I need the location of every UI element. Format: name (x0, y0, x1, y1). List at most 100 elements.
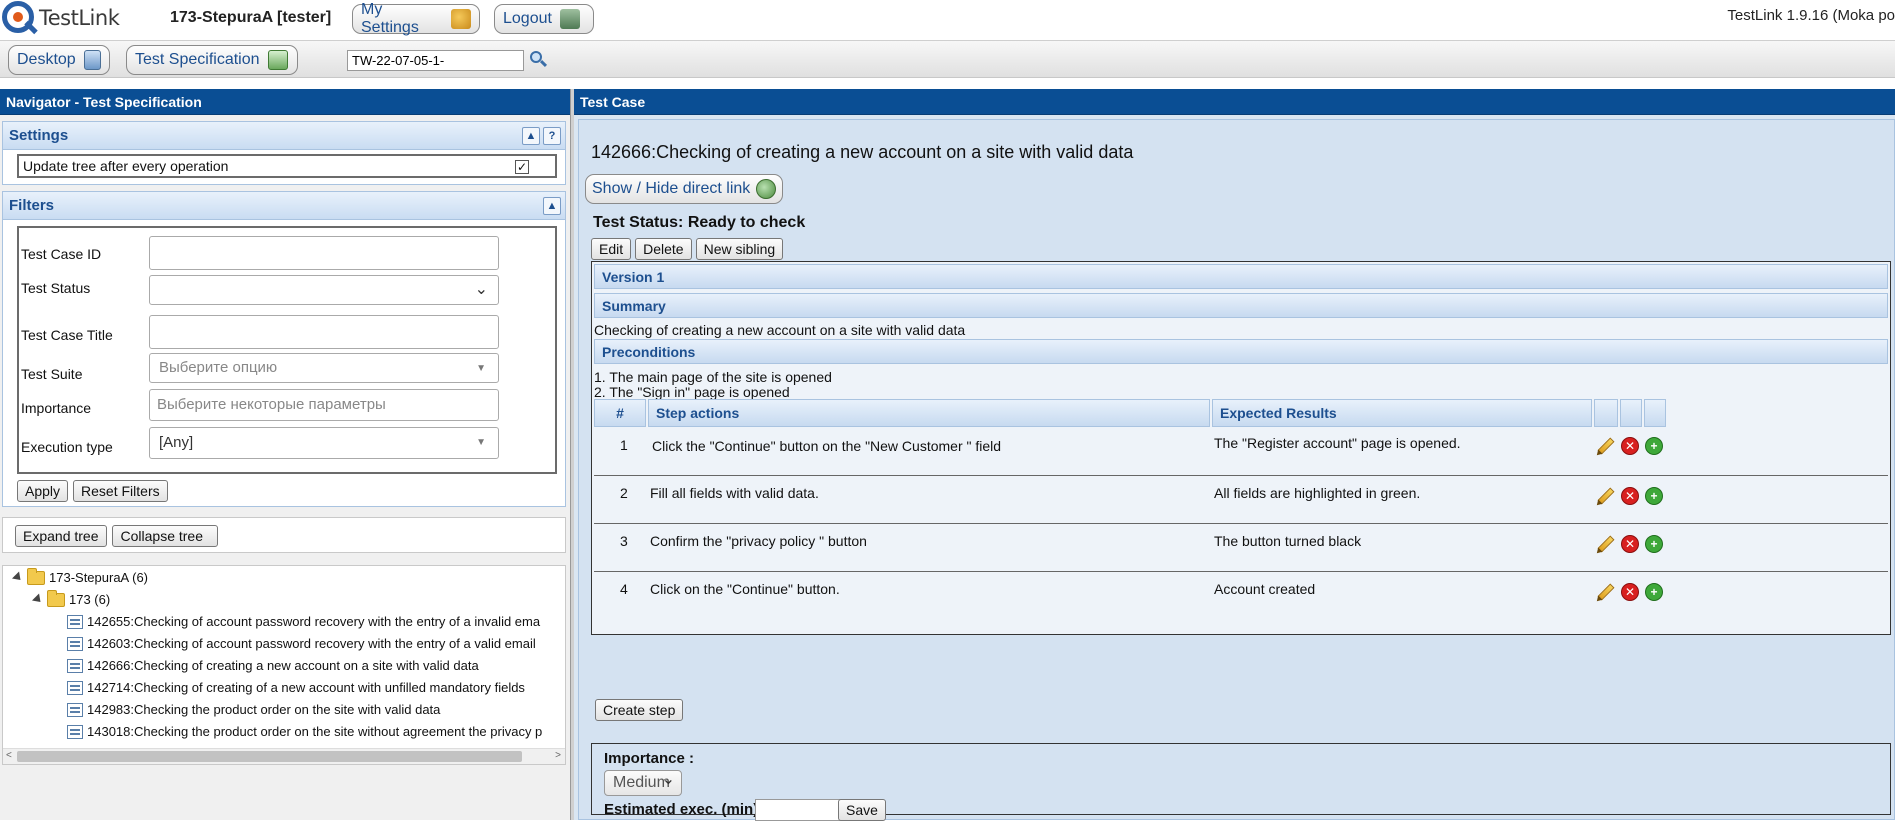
testcase-search-input[interactable] (347, 50, 524, 71)
new-sibling-button[interactable]: New sibling (695, 238, 784, 260)
filter-testcase-id: Test Case ID (21, 236, 561, 272)
testcase-icon (67, 658, 83, 673)
my-settings-button[interactable]: My Settings (352, 1, 480, 36)
importance-box: Importance : Medium Estimated exec. (min… (591, 743, 1891, 821)
testcase-id-input[interactable] (149, 236, 499, 270)
tree-suite-node[interactable]: 173 (6) (31, 589, 111, 607)
importance-select[interactable]: Medium (604, 769, 682, 796)
settings-title: Settings (9, 127, 69, 144)
tree-node-label: 142666:Checking of creating a new accoun… (87, 658, 479, 673)
user-settings-icon (451, 9, 471, 29)
filter-label: Importance (21, 400, 92, 416)
step-number: 1 (620, 437, 628, 453)
add-step-icon[interactable]: + (1645, 487, 1663, 505)
tree-testcase-node[interactable]: 142603:Checking of account password reco… (67, 636, 536, 651)
step-row[interactable]: 1 Click the "Continue" button on the "Ne… (594, 429, 1888, 476)
delete-step-icon[interactable]: ✕ (1621, 437, 1639, 455)
edit-step-icon[interactable] (1597, 535, 1615, 553)
step-row[interactable]: 3 Confirm the "privacy policy " button T… (594, 525, 1888, 572)
expected-results-header: Expected Results (1212, 399, 1592, 427)
create-step-button[interactable]: Create step (595, 699, 684, 721)
add-step-icon[interactable]: + (1645, 583, 1663, 601)
save-button[interactable]: Save (838, 799, 886, 821)
direct-link-button[interactable]: Show / Hide direct link (585, 174, 784, 204)
test-specification-button[interactable]: Test Specification (126, 45, 298, 75)
navigator-title: Navigator - Test Specification (0, 89, 570, 115)
testlink-logo[interactable]: TestLink (2, 1, 122, 35)
edit-step-icon[interactable] (1597, 583, 1615, 601)
delete-step-icon[interactable]: ✕ (1621, 583, 1639, 601)
tree-controls: Expand tree Collapse tree (2, 517, 566, 553)
reset-filters-button[interactable]: Reset Filters (73, 480, 168, 502)
test-status-select[interactable] (149, 275, 499, 305)
tree-testcase-node[interactable]: 142714:Checking of creating of a new acc… (67, 680, 525, 695)
importance-label: Importance : (604, 750, 695, 767)
tree-icon (267, 50, 288, 70)
step-expected: The button turned black (1214, 533, 1362, 549)
filter-label: Test Case Title (21, 327, 113, 343)
step-row[interactable]: 4 Click on the "Continue" button. Accoun… (594, 573, 1888, 620)
add-step-icon[interactable]: + (1645, 535, 1663, 553)
desktop-label: Desktop (17, 51, 76, 68)
globe-icon (756, 179, 777, 199)
step-action: Confirm the "privacy policy " button (650, 533, 867, 549)
collapse-tree-button[interactable]: Collapse tree (111, 525, 218, 547)
update-tree-checkbox[interactable]: ✓ (515, 160, 529, 174)
tree-node-label: 142655:Checking of account password reco… (87, 614, 541, 629)
delete-step-icon[interactable]: ✕ (1621, 487, 1639, 505)
search-icon[interactable] (530, 51, 548, 69)
scroll-right-icon[interactable]: > (555, 750, 561, 761)
help-icon[interactable]: ? (543, 127, 561, 145)
edit-step-icon[interactable] (1597, 487, 1615, 505)
collapse-settings-icon[interactable]: ▲ (522, 127, 540, 145)
step-action: Click on the "Continue" button. (650, 581, 840, 597)
top-bar: TestLink 173-StepuraA [tester] My Settin… (0, 0, 1895, 40)
edit-button[interactable]: Edit (591, 238, 632, 260)
tree-testcase-node[interactable]: 142666:Checking of creating a new accoun… (67, 658, 479, 673)
logout-button[interactable]: Logout (494, 4, 594, 34)
apply-button[interactable]: Apply (17, 480, 69, 502)
scrollbar-thumb[interactable] (17, 751, 522, 762)
step-number: 3 (620, 533, 628, 549)
step-row[interactable]: 2 Fill all fields with valid data. All f… (594, 477, 1888, 524)
folder-icon (47, 589, 65, 607)
edit-step-icon[interactable] (1597, 437, 1615, 455)
execution-type-select[interactable]: [Any] (149, 427, 499, 459)
add-step-icon[interactable]: + (1645, 437, 1663, 455)
tree-node-label: 173 (6) (69, 592, 111, 607)
update-tree-row: Update tree after every operation ✓ (17, 154, 557, 178)
settings-section: Settings ▲ ? Update tree after every ope… (2, 121, 566, 185)
delete-button[interactable]: Delete (635, 238, 692, 260)
desktop-button[interactable]: Desktop (8, 45, 110, 75)
filter-testcase-title: Test Case Title (21, 315, 561, 351)
testcase-icon (67, 614, 83, 629)
test-status: Test Status: Ready to check (593, 214, 806, 231)
tree-root-node[interactable]: 173-StepuraA (6) (11, 567, 148, 585)
step-number: 2 (620, 485, 628, 501)
test-spec-tree: 173-StepuraA (6) 173 (6) 142655:Checking… (2, 565, 566, 765)
scroll-left-icon[interactable]: < (6, 750, 12, 761)
expand-tree-button[interactable]: Expand tree (15, 525, 107, 547)
tree-horizontal-scrollbar[interactable]: < > (3, 748, 565, 764)
filter-test-status: Test Status (21, 275, 561, 311)
tree-testcase-node[interactable]: 142655:Checking of account password reco… (67, 614, 540, 629)
filter-test-suite: Test Suite Выберите опцию (21, 353, 561, 389)
tree-testcase-node[interactable]: 142983:Checking the product order on the… (67, 702, 440, 717)
estimated-exec-input[interactable] (755, 799, 849, 821)
importance-multiselect[interactable]: Выберите некоторые параметры (149, 389, 499, 421)
step-expected: All fields are highlighted in green. (1214, 485, 1421, 501)
tree-testcase-node[interactable]: 143018:Checking the product order on the… (67, 724, 542, 739)
testcase-title-input[interactable] (149, 315, 499, 349)
expand-arrow-icon[interactable] (31, 593, 45, 606)
my-settings-label: My Settings (361, 1, 419, 36)
step-number: 4 (620, 581, 628, 597)
test-suite-select[interactable]: Выберите опцию (149, 353, 499, 383)
delete-step-icon[interactable]: ✕ (1621, 535, 1639, 553)
test-case-pane: Test Case 142666:Checking of creating a … (574, 89, 1895, 821)
version-box: Version 1 Summary Checking of creating a… (591, 261, 1891, 635)
collapse-filters-icon[interactable]: ▲ (543, 197, 561, 215)
summary-text: Checking of creating a new account on a … (594, 322, 966, 338)
testcase-icon (67, 724, 83, 739)
filter-execution-type: Execution type [Any] (21, 427, 561, 463)
expand-arrow-icon[interactable] (11, 571, 25, 584)
